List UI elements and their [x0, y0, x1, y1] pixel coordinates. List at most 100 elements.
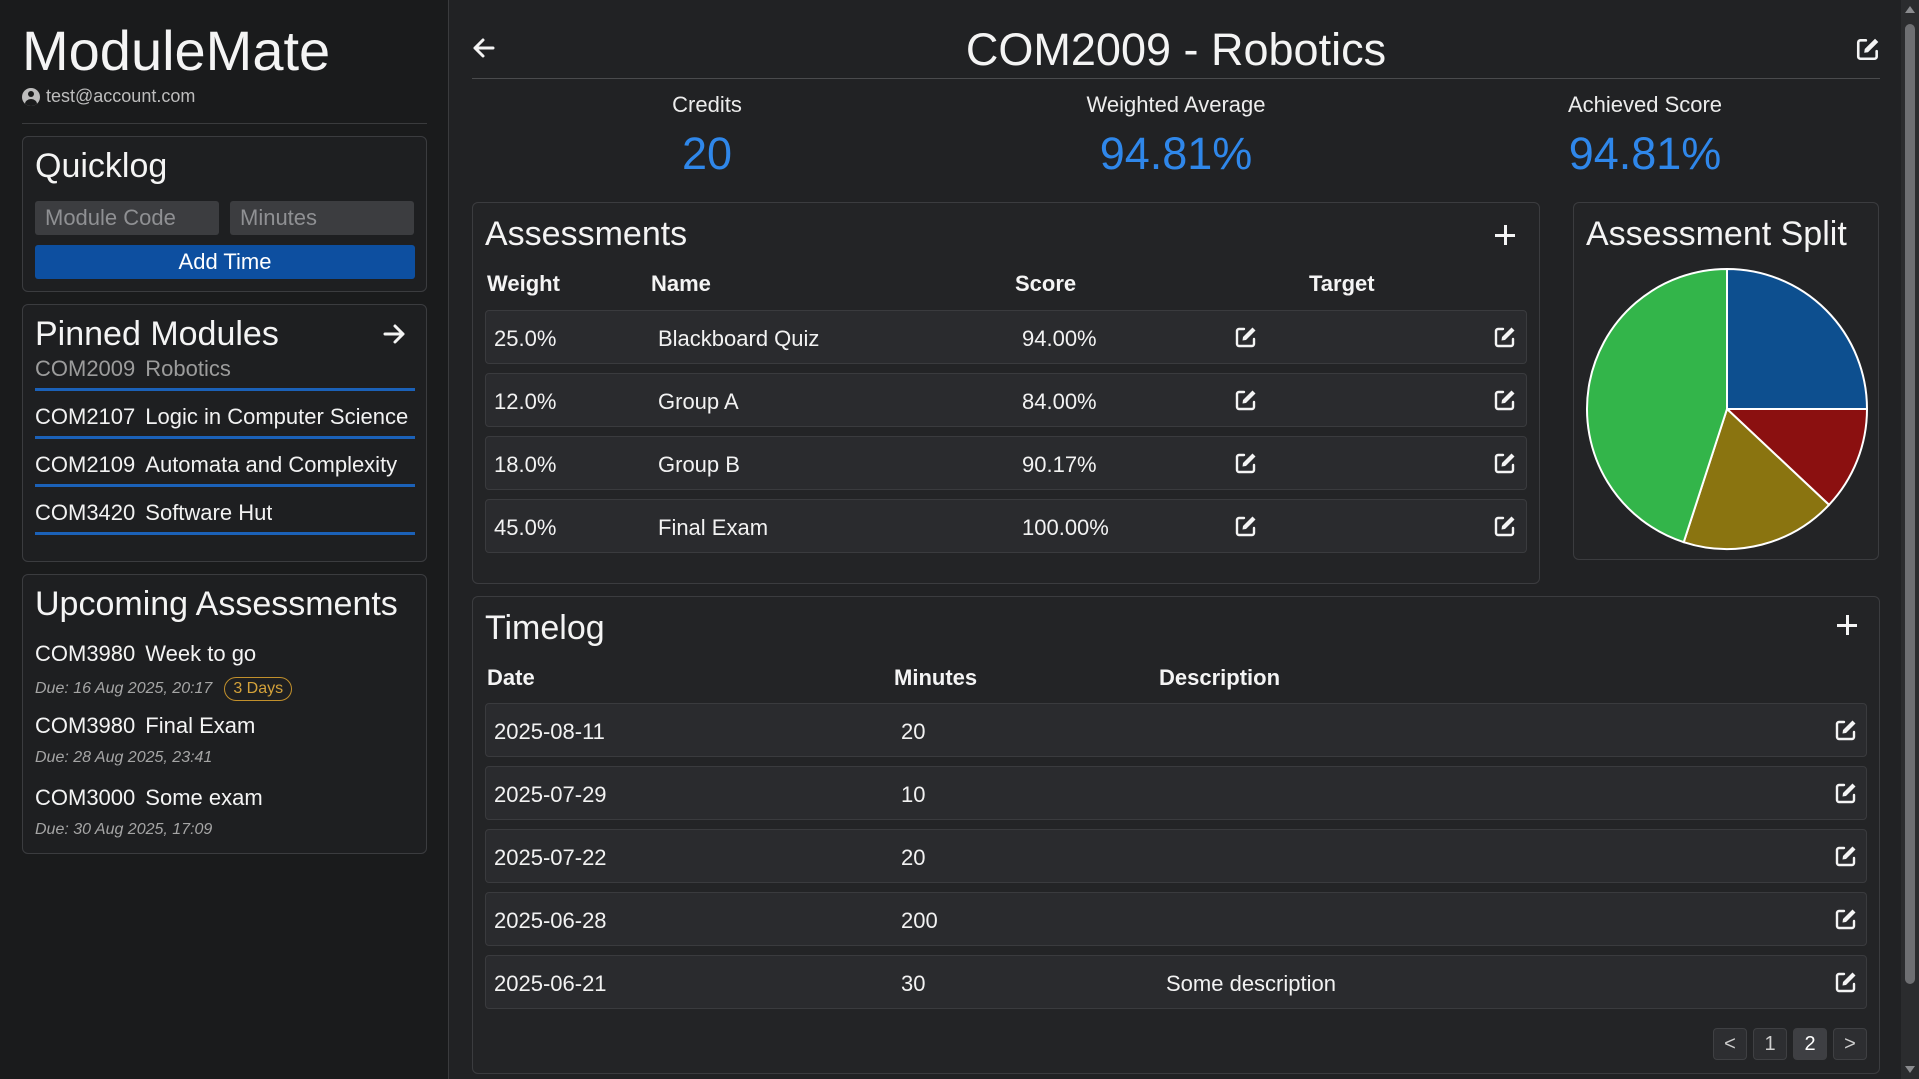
assessment-name: Final Exam: [145, 713, 256, 738]
add-time-button[interactable]: Add Time: [35, 245, 415, 279]
assessment-name: Some exam: [145, 785, 263, 810]
timelog-minutes: 20: [901, 845, 926, 870]
scroll-down-arrow[interactable]: [1905, 1066, 1915, 1073]
minutes-input[interactable]: [230, 201, 414, 235]
module-progress-bar: [35, 532, 415, 535]
timelog-minutes: 20: [901, 719, 926, 744]
pie-slice-1: [1726, 267, 1869, 410]
assessment-split-pie: [1586, 267, 1869, 550]
user-icon: [22, 87, 40, 106]
upcoming-assessment-title: COM3980 Final Exam: [35, 713, 415, 739]
upcoming-assessment-title: COM3980 Week to go: [35, 641, 415, 667]
add-timelog-icon[interactable]: [1835, 613, 1859, 637]
pagination-page-1[interactable]: 1: [1753, 1028, 1787, 1060]
timelog-title: Timelog: [485, 609, 605, 647]
timelog-row: 2025-06-28 200: [485, 892, 1867, 946]
add-assessment-icon[interactable]: [1493, 223, 1517, 247]
pagination-prev-button[interactable]: <: [1713, 1028, 1747, 1060]
timelog-date: 2025-06-21: [494, 971, 607, 996]
module-code: COM3980: [35, 713, 136, 738]
assessment-score: 100.00%: [1022, 515, 1109, 540]
timelog-row: 2025-07-29 10: [485, 766, 1867, 820]
edit-target-icon[interactable]: [1493, 451, 1517, 475]
edit-module-icon[interactable]: [1855, 36, 1881, 62]
sidebar: ModuleMate test@account.com Quicklog Add…: [0, 0, 449, 1079]
assessment-split-title: Assessment Split: [1586, 215, 1847, 253]
edit-target-icon[interactable]: [1493, 325, 1517, 349]
assessment-weight: 25.0%: [494, 326, 557, 351]
module-progress-bar: [35, 388, 415, 391]
edit-timelog-icon[interactable]: [1834, 907, 1858, 931]
edit-score-icon[interactable]: [1234, 451, 1258, 475]
due-date: Due: 28 Aug 2025, 23:41: [35, 749, 213, 766]
timelog-minutes: 30: [901, 971, 926, 996]
edit-score-icon[interactable]: [1234, 388, 1258, 412]
timelog-row: 2025-08-11 20: [485, 703, 1867, 757]
stat-credits: Credits 20: [472, 92, 942, 180]
stat-value: 20: [681, 128, 733, 179]
stat-value: 94.81%: [1099, 128, 1253, 179]
col-weight: Weight: [487, 271, 560, 296]
due-row: Due: 28 Aug 2025, 23:41: [35, 749, 415, 767]
due-date: Due: 30 Aug 2025, 17:09: [35, 821, 213, 838]
stat-label: Weighted Average: [1086, 92, 1266, 117]
upcoming-assessments-title: Upcoming Assessments: [35, 585, 398, 623]
module-code-input[interactable]: [35, 201, 219, 235]
edit-timelog-icon[interactable]: [1834, 970, 1858, 994]
assessment-row: 25.0% Blackboard Quiz 94.00%: [485, 310, 1527, 364]
module-code: COM3420: [35, 500, 136, 525]
account-info: test@account.com: [22, 86, 195, 107]
module-progress-bar: [35, 484, 415, 487]
col-target: Target: [1309, 271, 1375, 296]
assessment-weight: 18.0%: [494, 452, 557, 477]
module-name: Software Hut: [145, 500, 273, 525]
pinned-module-com2009[interactable]: COM2009 Robotics: [35, 347, 415, 391]
module-name: Logic in Computer Science: [145, 404, 409, 429]
scroll-thumb[interactable]: [1905, 24, 1915, 984]
assessment-score: 94.00%: [1022, 326, 1097, 351]
assessment-row: 18.0% Group B 90.17%: [485, 436, 1527, 490]
arrow-right-icon[interactable]: [382, 321, 408, 347]
pinned-module-com2107[interactable]: COM2107 Logic in Computer Science: [35, 395, 415, 439]
col-date: Date: [487, 665, 535, 690]
module-code: COM3980: [35, 641, 136, 666]
edit-target-icon[interactable]: [1493, 514, 1517, 538]
stat-weighted-average: Weighted Average 94.81%: [941, 92, 1411, 180]
assessment-name: Final Exam: [658, 515, 769, 540]
edit-target-icon[interactable]: [1493, 388, 1517, 412]
pagination-next-button[interactable]: >: [1833, 1028, 1867, 1060]
edit-timelog-icon[interactable]: [1834, 718, 1858, 742]
due-date: Due: 16 Aug 2025, 20:17: [35, 680, 213, 697]
timelog-description: Some description: [1166, 971, 1336, 996]
timelog-row: 2025-07-22 20: [485, 829, 1867, 883]
assessment-split-panel: Assessment Split: [1573, 202, 1879, 560]
module-code: COM2107: [35, 404, 136, 429]
edit-score-icon[interactable]: [1234, 514, 1258, 538]
stat-label: Credits: [672, 92, 742, 117]
scroll-up-arrow[interactable]: [1905, 6, 1915, 13]
assessments-title: Assessments: [485, 215, 688, 253]
edit-score-icon[interactable]: [1234, 325, 1258, 349]
col-description: Description: [1159, 665, 1281, 690]
assessments-panel: Assessments Weight Name Score Target 25.…: [472, 202, 1540, 584]
upcoming-assessment-title: COM3000 Some exam: [35, 785, 415, 811]
pagination: < 1 2 >: [1713, 1028, 1867, 1060]
quicklog-title: Quicklog: [35, 147, 168, 185]
edit-timelog-icon[interactable]: [1834, 844, 1858, 868]
scrollbar[interactable]: [1901, 0, 1919, 1079]
pinned-module-com3420[interactable]: COM3420 Software Hut: [35, 491, 415, 535]
upcoming-assessment-item[interactable]: COM3980 Week to go Due: 16 Aug 2025, 20:17…: [35, 641, 415, 701]
timelog-panel: Timelog Date Minutes Description 2025-08…: [472, 596, 1880, 1074]
module-code: COM2109: [35, 452, 136, 477]
assessment-row: 12.0% Group A 84.00%: [485, 373, 1527, 427]
edit-timelog-icon[interactable]: [1834, 781, 1858, 805]
upcoming-assessment-item[interactable]: COM3000 Some exam Due: 30 Aug 2025, 17:09: [35, 785, 415, 839]
timelog-minutes: 10: [901, 782, 926, 807]
upcoming-assessment-item[interactable]: COM3980 Final Exam Due: 28 Aug 2025, 23:41: [35, 713, 415, 767]
assessment-score: 90.17%: [1022, 452, 1097, 477]
pagination-page-2[interactable]: 2: [1793, 1028, 1827, 1060]
due-row: Due: 30 Aug 2025, 17:09: [35, 821, 415, 839]
pinned-module-com2109[interactable]: COM2109 Automata and Complexity: [35, 443, 415, 487]
header-divider: [472, 78, 1880, 79]
assessment-name: Group A: [658, 389, 739, 414]
